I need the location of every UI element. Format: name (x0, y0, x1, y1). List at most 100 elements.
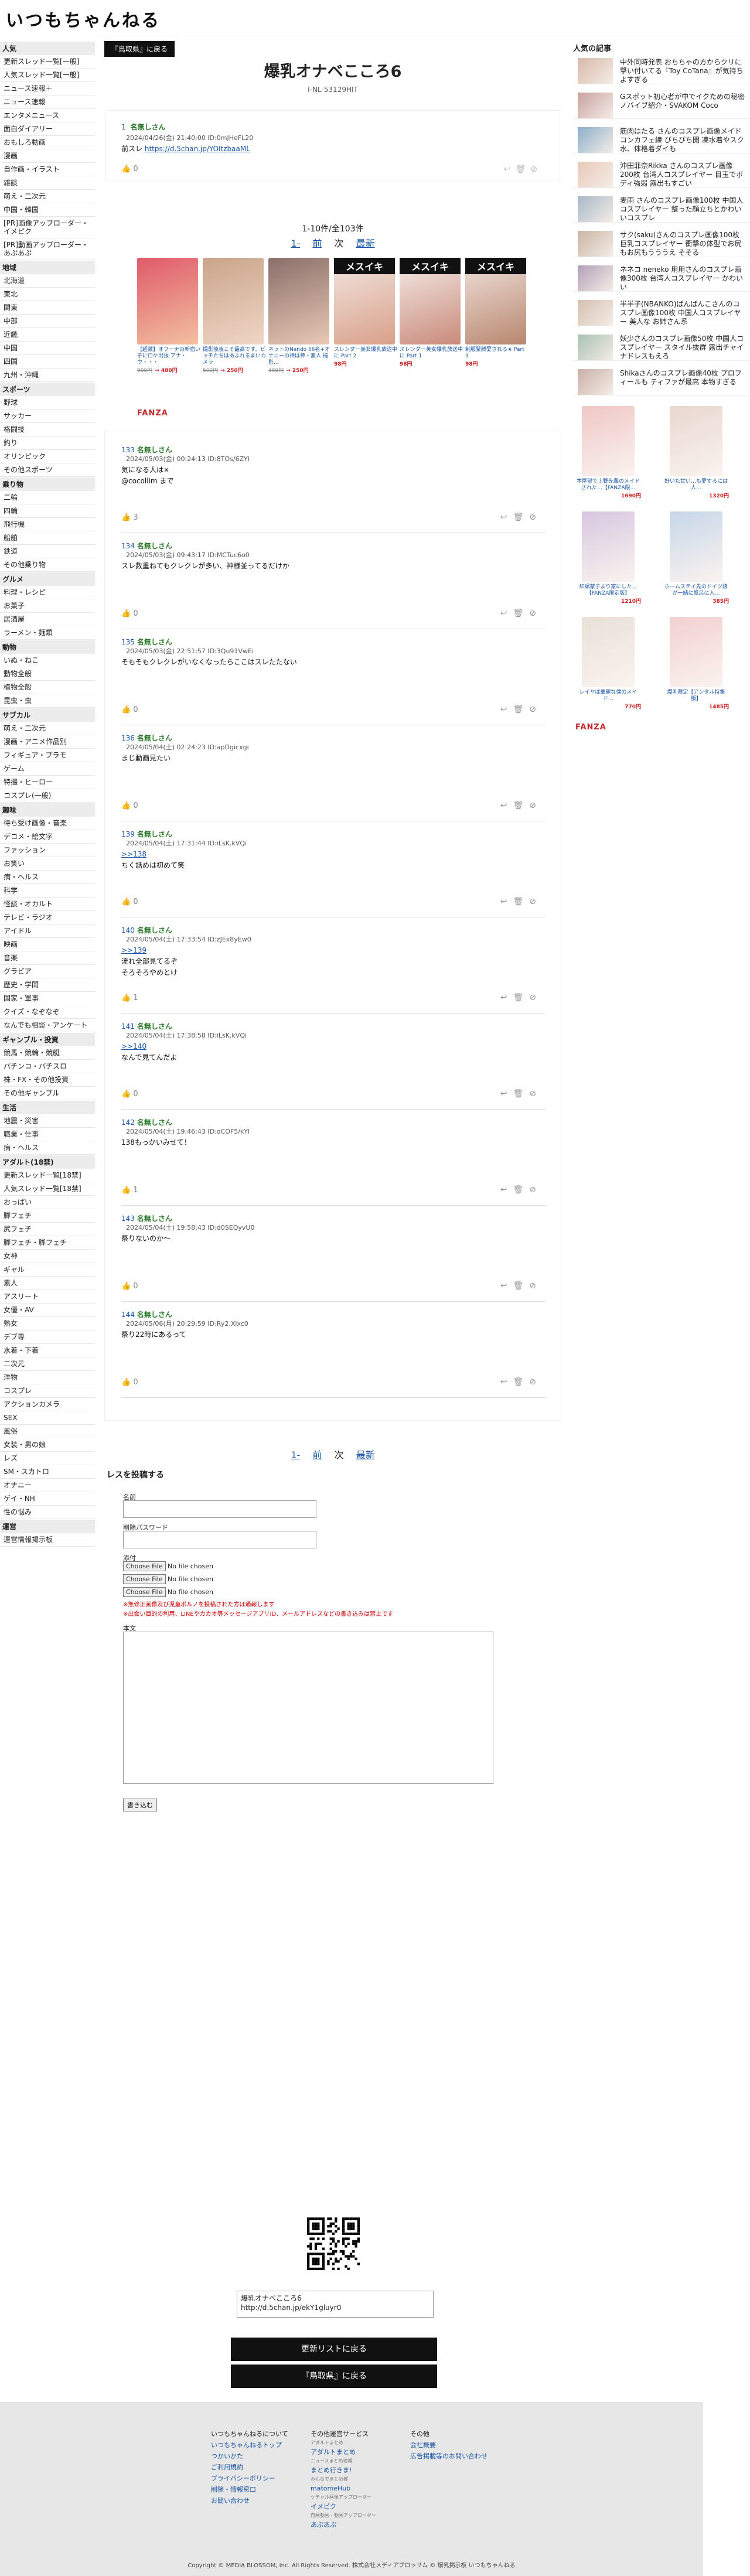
nav-item-link[interactable]: アスリート (0, 1290, 95, 1304)
reply-icon[interactable]: ↩ (500, 1185, 513, 1195)
sidebar-ad-item[interactable]: 爆乳限定【アンタル特集版】 1485円 (663, 617, 729, 710)
popular-article[interactable]: 中外同時発表 おちちゃの方からクリに撃い付いてる『Toy CoTana』が気持ち… (573, 58, 750, 84)
pager-prev-link[interactable]: 前 (312, 238, 322, 249)
nav-item-link[interactable]: アクションカメラ (0, 1398, 95, 1411)
nav-item-link[interactable]: 中国 (0, 342, 95, 355)
pager-latest-link-bottom[interactable]: 最新 (356, 1449, 375, 1461)
back-to-board-bottom-button[interactable]: 『鳥取県』に戻る (231, 2365, 437, 2388)
nav-item-link[interactable]: 中部 (0, 315, 95, 328)
nav-item-link[interactable]: お菓子 (0, 599, 95, 613)
article-thumbnail[interactable] (578, 265, 613, 291)
nav-item-link[interactable]: 船舶 (0, 531, 95, 545)
nav-item-link[interactable]: 株・FX・その他投資 (0, 1073, 95, 1087)
ad-caption[interactable]: スレンダー美女爆乳放送中に Part 2 (334, 347, 397, 360)
ad-thumbnail[interactable] (268, 258, 329, 344)
nav-item-link[interactable]: おもしろ動画 (0, 136, 95, 149)
nav-item-link[interactable]: いぬ・ねこ (0, 654, 95, 667)
footer-link[interactable]: 削除・情報窓口 (211, 2484, 288, 2495)
nav-item-link[interactable]: 女優・AV (0, 1304, 95, 1317)
trash-icon[interactable]: 🗑 (513, 801, 529, 810)
sidebar-ad-thumbnail[interactable] (582, 617, 635, 687)
article-title[interactable]: 妖少さんのコスプレ画像50枚 中国人コスプレイヤー スタイル抜群 露出チャイナド… (620, 335, 745, 361)
like-button[interactable]: 👍 0 (121, 801, 138, 810)
article-title[interactable]: 沖田菲奈Rikka さんのコスプレ画像200枚 台湾人コスプレイヤー 目玉でボデ… (620, 162, 745, 188)
article-thumbnail[interactable] (578, 162, 613, 187)
nav-item-link[interactable]: 近畿 (0, 328, 95, 342)
nav-item-link[interactable]: 風俗 (0, 1425, 95, 1438)
article-title[interactable]: サク(saku)さんのコスプレ画像100枚 巨乳コスプレイヤー 衝撃の体型でお尻… (620, 231, 745, 257)
popular-article[interactable]: Gスポット初心者が中でイクための秘密ノバイブ紹介・SVAKOM Coco (573, 93, 750, 119)
sidebar-ad-caption[interactable]: 爆乳限定【アンタル特集版】 (663, 690, 729, 702)
nav-item-link[interactable]: グラビア (0, 965, 95, 978)
popular-article[interactable]: 半半子(NBANKO)ぱんぱんこさんのコスプレ画像100枚 中国人コスプレイヤー… (573, 300, 750, 326)
prev-thread-link[interactable]: https://d.5chan.jp/YOItzbaaML (145, 145, 250, 153)
post-number[interactable]: 135 (121, 638, 135, 646)
pager-latest-link[interactable]: 最新 (356, 238, 375, 249)
popular-article[interactable]: サク(saku)さんのコスプレ画像100枚 巨乳コスプレイヤー 衝撃の体型でお尻… (573, 231, 750, 257)
nav-item-link[interactable]: 釣り (0, 436, 95, 450)
nav-item-link[interactable]: 人気スレッド一覧[一般] (0, 69, 95, 82)
nav-item-link[interactable]: ニュース速報＋ (0, 82, 95, 95)
reply-icon[interactable]: ↩ (504, 165, 516, 174)
like-button[interactable]: 👍 0 (121, 705, 138, 714)
report-icon[interactable]: ⊘ (529, 1377, 542, 1387)
ad-thumbnail[interactable]: メスイキ (334, 258, 395, 344)
nav-item-link[interactable]: 病・ヘルス (0, 1141, 95, 1155)
article-thumbnail[interactable] (578, 335, 613, 360)
nav-item-link[interactable]: 四国 (0, 355, 95, 369)
nav-item-link[interactable]: オリンピック (0, 450, 95, 463)
nav-item-link[interactable]: ニュース速報 (0, 95, 95, 109)
nav-item-link[interactable]: 動物全般 (0, 667, 95, 681)
nav-item-link[interactable]: ファッション (0, 844, 95, 857)
nav-item-link[interactable]: 二輪 (0, 491, 95, 504)
reply-icon[interactable]: ↩ (500, 705, 513, 714)
nav-item-link[interactable]: コスプレ(一般) (0, 789, 95, 803)
footer-link[interactable]: つかいかた (211, 2451, 288, 2462)
pager-first-link[interactable]: 1- (291, 238, 300, 249)
body-textarea[interactable] (123, 1632, 493, 1784)
post-number[interactable]: 139 (121, 830, 135, 838)
reply-icon[interactable]: ↩ (500, 801, 513, 810)
footer-link[interactable]: ご利用規約 (211, 2462, 288, 2473)
nav-item-link[interactable]: 水着・下着 (0, 1344, 95, 1357)
article-title[interactable]: 半半子(NBANKO)ぱんぱんこさんのコスプレ画像100枚 中国人コスプレイヤー… (620, 300, 745, 326)
trash-icon[interactable]: 🗑 (513, 705, 529, 714)
nav-item-link[interactable]: 女装・男の娘 (0, 1438, 95, 1452)
report-icon[interactable]: ⊘ (529, 705, 542, 714)
nav-item-link[interactable]: 運営情報掲示板 (0, 1533, 95, 1547)
reply-icon[interactable]: ↩ (500, 1089, 513, 1098)
sidebar-ad-item[interactable]: レイヤは華麗な僕のメイド… 770円 (575, 617, 641, 710)
footer-service-link[interactable]: イメピク (311, 2501, 376, 2512)
nav-item-link[interactable]: 植物全般 (0, 681, 95, 694)
report-icon[interactable]: ⊘ (530, 165, 542, 174)
site-logo[interactable]: いつもちゃんねる (6, 6, 161, 32)
nav-item-link[interactable]: ゲーム (0, 762, 95, 776)
nav-item-link[interactable]: 性の悩み (0, 1506, 95, 1519)
report-icon[interactable]: ⊘ (529, 513, 542, 522)
ad-caption[interactable]: 撮影後夜こそ最高です。ビッチたちはあふれるまいカメラ (203, 347, 266, 366)
ad-caption[interactable]: スレンダー美女爆乳放送中に Part 1 (400, 347, 463, 360)
ad-caption[interactable]: ネットのNendo 56名+オナニーの神は神・素人 撮影... (268, 347, 332, 366)
article-thumbnail[interactable] (578, 369, 613, 395)
like-button[interactable]: 👍 0 (121, 1378, 138, 1387)
nav-item-link[interactable]: 昆虫・虫 (0, 694, 95, 708)
nav-item-link[interactable]: デコメ・絵文字 (0, 830, 95, 844)
article-thumbnail[interactable] (578, 196, 613, 222)
sidebar-ad-thumbnail[interactable] (582, 406, 635, 476)
nav-item-link[interactable]: 人気スレッド一覧[18禁] (0, 1182, 95, 1196)
nav-item-link[interactable]: コスプレ (0, 1384, 95, 1398)
sidebar-ad-caption[interactable]: 好いた甘い…も愛するには人… (663, 479, 729, 492)
ad-caption[interactable]: 制服緊縛愛される★ Part 3 (465, 347, 529, 360)
article-title[interactable]: 中外同時発表 おちちゃの方からクリに撃い付いてる『Toy CoTana』が気持ち… (620, 58, 745, 84)
post-number[interactable]: 144 (121, 1311, 135, 1319)
file-input-3[interactable]: Choose File No file chosen (123, 1587, 213, 1597)
nav-item-link[interactable]: 音楽 (0, 951, 95, 965)
article-title[interactable]: 麦雨 さんのコスプレ画像100枚 中国人コスプレイヤー 整った顔立ちとかわいいコ… (620, 196, 745, 223)
like-button[interactable]: 👍 1 (121, 994, 138, 1002)
footer-other-link[interactable]: 会社概要 (410, 2439, 488, 2451)
nav-item-link[interactable]: 九州・沖縄 (0, 369, 95, 382)
footer-service-link[interactable]: あぷあぷ (311, 2519, 376, 2530)
post-reply-anchor[interactable]: >>140 (121, 1042, 546, 1052)
nav-item-link[interactable]: 怪談・オカルト (0, 898, 95, 911)
file-input-1[interactable]: Choose File No file chosen (123, 1561, 213, 1571)
